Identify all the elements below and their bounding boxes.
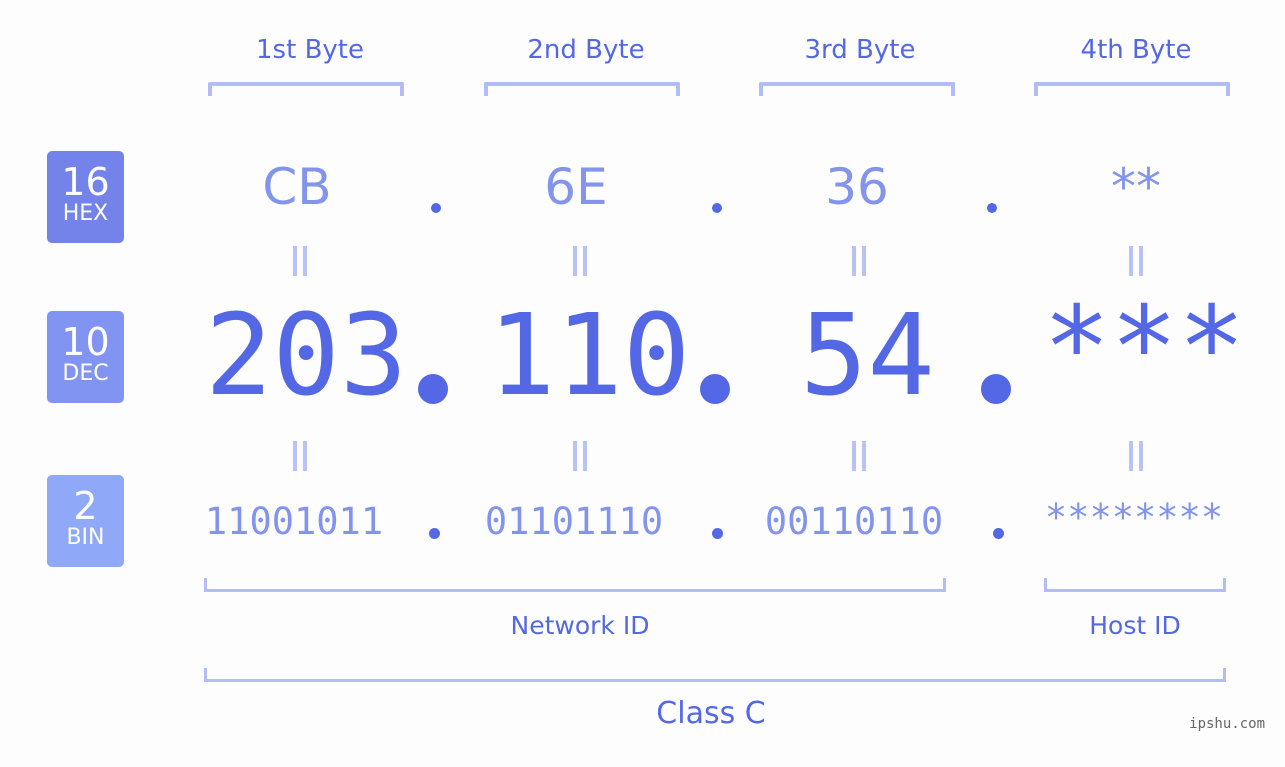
byte-bracket-4: [1034, 82, 1230, 96]
equals-icon: [571, 441, 589, 471]
network-id-bracket: [204, 578, 946, 592]
byte-header-1: 1st Byte: [256, 35, 364, 65]
host-id-label: Host ID: [1089, 611, 1181, 640]
bin-separator-dot: [429, 528, 440, 539]
watermark: ipshu.com: [1189, 716, 1265, 732]
hex-separator-dot: [431, 203, 441, 213]
hex-badge: 16 HEX: [47, 151, 124, 243]
dec-byte-2: 110: [488, 291, 691, 421]
equals-icon: [291, 441, 309, 471]
bin-byte-1: 11001011: [204, 500, 384, 543]
dec-badge-label: DEC: [62, 361, 109, 386]
equals-icon: [291, 246, 309, 276]
equals-icon: [571, 246, 589, 276]
byte-header-3: 3rd Byte: [804, 35, 916, 65]
dec-badge: 10 DEC: [47, 311, 124, 403]
dec-separator-dot: [700, 374, 730, 404]
byte-bracket-1: [208, 82, 404, 96]
bin-separator-dot: [993, 528, 1004, 539]
dec-separator-dot: [981, 374, 1011, 404]
hex-badge-label: HEX: [62, 201, 109, 226]
bin-byte-2: 01101110: [484, 500, 664, 543]
byte-header-2: 2nd Byte: [527, 35, 645, 65]
dec-separator-dot: [418, 374, 448, 404]
hex-byte-1: CB: [262, 158, 332, 216]
hex-byte-3: 36: [825, 158, 889, 216]
equals-icon: [850, 441, 868, 471]
host-id-bracket: [1044, 578, 1226, 592]
class-bracket: [204, 668, 1226, 682]
byte-header-4: 4th Byte: [1080, 35, 1192, 65]
byte-bracket-3: [759, 82, 955, 96]
class-label: Class C: [656, 696, 766, 731]
dec-byte-1: 203: [205, 291, 408, 421]
equals-icon: [1127, 246, 1145, 276]
bin-badge-label: BIN: [66, 525, 105, 550]
byte-bracket-2: [484, 82, 680, 96]
bin-badge-number: 2: [73, 484, 98, 528]
dec-byte-4: ***: [1043, 283, 1246, 413]
equals-icon: [1127, 441, 1145, 471]
hex-separator-dot: [987, 203, 997, 213]
bin-separator-dot: [712, 528, 723, 539]
equals-icon: [850, 246, 868, 276]
hex-badge-number: 16: [61, 160, 110, 204]
bin-badge: 2 BIN: [47, 475, 124, 567]
hex-byte-4: **: [1111, 158, 1161, 216]
dec-badge-number: 10: [61, 320, 110, 364]
hex-byte-2: 6E: [544, 158, 608, 216]
hex-separator-dot: [712, 203, 722, 213]
network-id-label: Network ID: [510, 611, 650, 640]
dec-byte-3: 54: [800, 291, 935, 421]
bin-byte-3: 00110110: [764, 500, 944, 543]
bin-byte-4: ********: [1044, 496, 1224, 539]
